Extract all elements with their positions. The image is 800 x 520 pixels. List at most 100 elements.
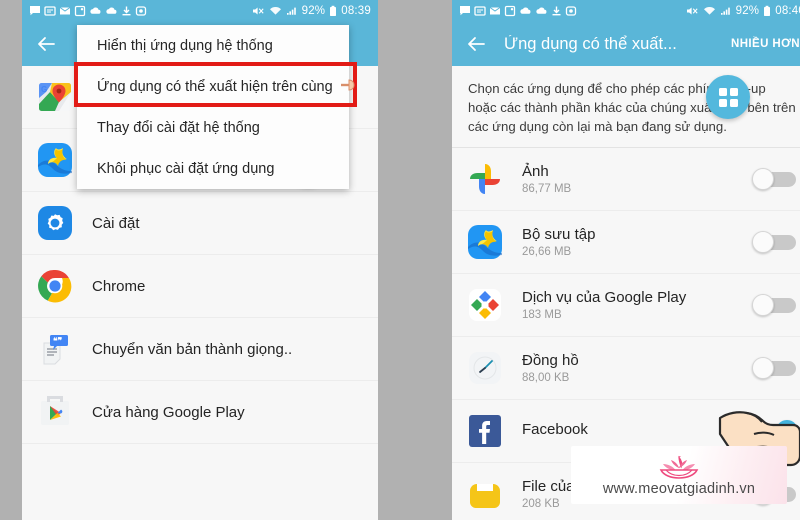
toggle-knob bbox=[752, 294, 774, 316]
watermark-url: www.meovatgiadinh.vn bbox=[602, 480, 756, 497]
app-entry: Cửa hàng Google Play bbox=[36, 393, 364, 431]
more-button[interactable]: NHIỀU HƠN bbox=[731, 38, 800, 50]
toggle-knob bbox=[752, 357, 774, 379]
app-size: 183 MB bbox=[522, 309, 562, 321]
app-entry: Bộ sưu tập 26,66 MB bbox=[466, 223, 752, 261]
list-item[interactable]: Chrome bbox=[22, 255, 378, 318]
email-icon bbox=[44, 6, 56, 16]
battery-icon bbox=[330, 5, 337, 16]
table-row[interactable]: Ảnh 86,77 MB bbox=[452, 148, 800, 211]
cloud-icon bbox=[90, 7, 101, 14]
cloud-icon bbox=[536, 7, 547, 14]
google-photos-icon bbox=[466, 160, 504, 198]
app-size: 86,77 MB bbox=[522, 183, 572, 195]
app-toggle[interactable] bbox=[752, 168, 798, 190]
app-name: Bộ sưu tập bbox=[522, 226, 596, 243]
right-app-bar: Ứng dụng có thể xuất... NHIỀU HƠN bbox=[452, 22, 800, 66]
signal-icon bbox=[720, 7, 730, 15]
app-size: 88,00 KB bbox=[522, 372, 570, 384]
screenshot-icon bbox=[504, 5, 516, 17]
wifi-icon bbox=[703, 7, 715, 15]
cursor-icon bbox=[341, 79, 355, 91]
app-name: Cửa hàng Google Play bbox=[92, 403, 245, 421]
app-text: Cài đặt bbox=[92, 215, 140, 232]
mute-icon bbox=[252, 7, 264, 15]
sync-icon bbox=[135, 6, 147, 16]
message-icon bbox=[30, 6, 40, 16]
battery-icon bbox=[764, 5, 771, 16]
app-text: Chuyển văn bản thành giọng.. bbox=[92, 341, 292, 358]
svg-text:G: G bbox=[41, 85, 47, 94]
wifi-icon bbox=[269, 7, 281, 15]
app-name: Facebook bbox=[522, 421, 588, 438]
facebook-icon bbox=[466, 412, 504, 450]
svg-text:❝❞: ❝❞ bbox=[53, 336, 63, 346]
play-store-icon bbox=[36, 393, 74, 431]
app-name: Chuyển văn bản thành giọng.. bbox=[92, 340, 293, 358]
mute-icon bbox=[686, 7, 698, 15]
list-item[interactable]: ❝❞ Chuyển văn bản thành giọng.. bbox=[22, 318, 378, 381]
my-files-icon bbox=[466, 475, 504, 513]
right-appbar-title: Ứng dụng có thể xuất... bbox=[504, 34, 677, 53]
list-item[interactable]: Cửa hàng Google Play bbox=[22, 381, 378, 444]
mail-icon bbox=[489, 7, 501, 15]
app-text: Đồng hồ 88,00 KB bbox=[522, 352, 579, 384]
text-to-speech-icon: ❝❞ bbox=[36, 330, 74, 368]
back-arrow-icon[interactable] bbox=[34, 32, 58, 56]
app-text: Facebook bbox=[522, 421, 588, 441]
menu-item-apps-on-top[interactable]: Ứng dụng có thể xuất hiện trên cùng bbox=[77, 66, 349, 107]
toggle-knob bbox=[752, 168, 774, 190]
gallery-icon bbox=[466, 223, 504, 261]
google-maps-icon: G bbox=[36, 78, 74, 116]
app-entry: ❝❞ Chuyển văn bản thành giọng.. bbox=[36, 330, 364, 368]
back-arrow-icon[interactable] bbox=[464, 32, 488, 56]
app-name: Đồng hồ bbox=[522, 352, 579, 369]
screenshot-stage: 92% 08:39 G Cài đặt Chrome ❝❞ Chuyển văn… bbox=[0, 0, 800, 520]
status-notification-icons bbox=[459, 5, 685, 17]
app-text: Dịch vụ của Google Play 183 MB bbox=[522, 289, 686, 321]
cloud-icon bbox=[106, 7, 117, 14]
clock-time: 08:40 bbox=[775, 5, 800, 17]
app-toggle[interactable] bbox=[752, 231, 798, 253]
app-size: 26,66 MB bbox=[522, 246, 572, 258]
download-icon bbox=[552, 6, 561, 16]
menu-item-reset-app-settings[interactable]: Khôi phục cài đặt ứng dụng bbox=[77, 148, 349, 189]
right-status-bar: 92% 08:40 bbox=[452, 0, 800, 22]
app-entry: Đồng hồ 88,00 KB bbox=[466, 349, 752, 387]
app-text: Chrome bbox=[92, 278, 145, 295]
email-icon bbox=[474, 6, 486, 16]
menu-item-change-system-settings[interactable]: Thay đổi cài đặt hệ thống bbox=[77, 107, 349, 148]
app-text: Ảnh 86,77 MB bbox=[522, 163, 571, 195]
table-row[interactable]: Bộ sưu tập 26,66 MB bbox=[452, 211, 800, 274]
play-services-icon bbox=[466, 286, 504, 324]
table-row[interactable]: Dịch vụ của Google Play 183 MB bbox=[452, 274, 800, 337]
battery-percent: 92% bbox=[301, 5, 326, 17]
app-toggle[interactable] bbox=[752, 357, 798, 379]
app-toggle[interactable] bbox=[752, 294, 798, 316]
cloud-icon bbox=[520, 7, 531, 14]
screenshot-icon bbox=[74, 5, 86, 17]
apps-grid-fab[interactable] bbox=[706, 75, 750, 119]
battery-percent: 92% bbox=[735, 5, 760, 17]
app-name: Chrome bbox=[92, 277, 146, 295]
download-icon bbox=[122, 6, 131, 16]
app-entry: Chrome bbox=[36, 267, 364, 305]
description-text: Chọn các ứng dụng để cho phép các phím, … bbox=[452, 66, 800, 148]
menu-item-show-system-apps[interactable]: Hiển thị ứng dụng hệ thống bbox=[77, 25, 349, 66]
list-item[interactable]: Cài đặt bbox=[22, 192, 378, 255]
app-entry: Ảnh 86,77 MB bbox=[466, 160, 752, 198]
status-notification-icons bbox=[29, 5, 251, 17]
app-name: Dịch vụ của Google Play bbox=[522, 289, 687, 306]
app-entry: Cài đặt bbox=[36, 204, 364, 242]
left-phone-screen: 92% 08:39 G Cài đặt Chrome ❝❞ Chuyển văn… bbox=[22, 0, 378, 520]
table-row[interactable]: Đồng hồ 88,00 KB bbox=[452, 337, 800, 400]
grid-icon bbox=[718, 87, 738, 107]
mail-icon bbox=[59, 7, 71, 15]
left-status-bar: 92% 08:39 bbox=[22, 0, 378, 22]
signal-icon bbox=[286, 7, 296, 15]
overflow-menu: Hiển thị ứng dụng hệ thống Ứng dụng có t… bbox=[77, 25, 349, 189]
lotus-logo bbox=[659, 455, 699, 479]
settings-icon bbox=[36, 204, 74, 242]
clock-icon bbox=[466, 349, 504, 387]
toggle-knob bbox=[752, 231, 774, 253]
